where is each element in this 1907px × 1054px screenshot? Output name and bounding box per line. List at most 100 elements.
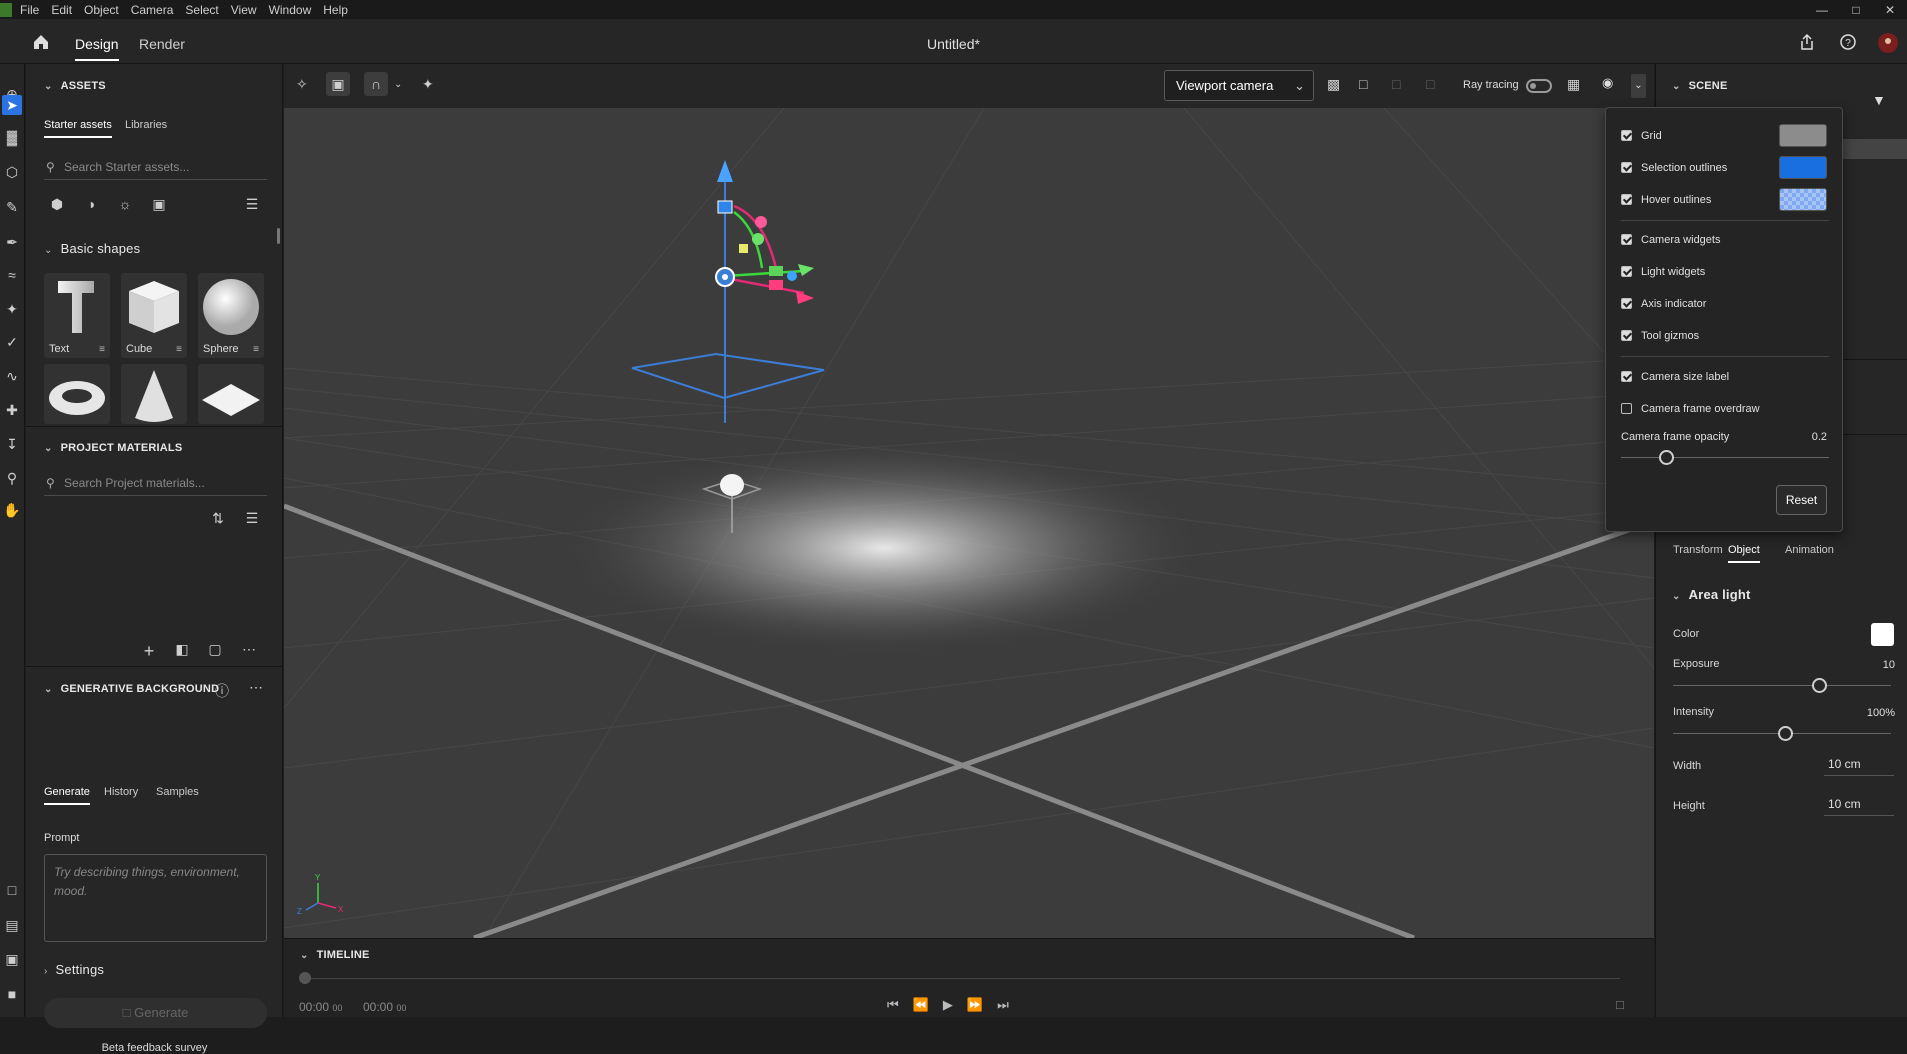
move-icon[interactable]: ✚ [2, 400, 22, 420]
minimize-icon[interactable]: — [1805, 3, 1839, 17]
assets-scrollbar[interactable] [277, 228, 280, 244]
option-grid[interactable]: Grid [1621, 129, 1662, 145]
more-tools-icon[interactable]: ■ [2, 984, 22, 1004]
tab-animation[interactable]: Animation [1785, 544, 1834, 556]
drop-to-ground-icon[interactable]: ↧ [2, 434, 22, 454]
project-materials-header[interactable]: ⌄ PROJECT MATERIALS [44, 442, 182, 454]
checkbox-checked-icon[interactable] [1621, 194, 1632, 205]
render-settings-icon[interactable]: ▦ [1567, 76, 1580, 93]
shape-tile-cone[interactable] [121, 364, 187, 424]
intensity-slider[interactable] [1673, 726, 1891, 741]
tab-libraries[interactable]: Libraries [125, 119, 167, 131]
checkbox-checked-icon[interactable] [1621, 234, 1632, 245]
sort-icon[interactable]: ⇅ [208, 510, 228, 527]
list-view-icon[interactable]: ☰ [242, 196, 262, 213]
more-options-icon[interactable]: ⋯ [246, 679, 266, 696]
timeline-playhead[interactable] [299, 972, 311, 984]
sliders-icon[interactable]: ≡ [176, 344, 182, 355]
checkbox-checked-icon[interactable] [1621, 330, 1632, 341]
slider-knob[interactable] [1778, 726, 1793, 741]
trash-icon[interactable]: ▢ [205, 641, 225, 658]
shape-tile-text[interactable]: Text ≡ [44, 273, 110, 358]
hand-icon[interactable]: ✋ [2, 500, 22, 520]
checkbox-checked-icon[interactable] [1621, 371, 1632, 382]
viewport-camera-select[interactable]: Viewport camera ⌄ [1164, 70, 1314, 101]
timeline-track[interactable] [304, 978, 1620, 979]
tab-history[interactable]: History [104, 786, 138, 798]
search-starter-assets-input[interactable]: ⚲ Search Starter assets... [44, 154, 267, 180]
export-animation-icon[interactable]: □ [1616, 997, 1624, 1012]
chart-icon[interactable]: ▓ [2, 127, 22, 147]
ray-tracing-toggle[interactable] [1526, 79, 1552, 93]
step-back-icon[interactable]: ⏪ [913, 997, 929, 1013]
reset-button[interactable]: Reset [1776, 485, 1827, 515]
toolbox-icon[interactable]: ▣ [2, 949, 22, 969]
lights-filter-icon[interactable]: ☼ [115, 196, 135, 212]
beta-feedback-link[interactable]: Beta feedback survey [26, 1042, 283, 1054]
camera-icon[interactable]: ▩ [1327, 76, 1340, 93]
option-hover-outlines[interactable]: Hover outlines [1621, 193, 1711, 209]
step-forward-icon[interactable]: ⏩ [967, 997, 983, 1013]
frame-select-icon[interactable]: ▣ [326, 72, 350, 96]
shape-tile-plane[interactable] [198, 364, 264, 424]
eye-icon[interactable]: ◉ [1602, 75, 1613, 91]
timeline-header[interactable]: ⌄ TIMELINE [300, 949, 370, 961]
checkbox-unchecked-icon[interactable] [1621, 403, 1632, 414]
add-material-icon[interactable]: + [139, 641, 159, 662]
slider-knob[interactable] [1659, 450, 1674, 465]
menu-object[interactable]: Object [84, 3, 119, 17]
select-tool-icon[interactable]: ➤ [2, 95, 22, 115]
option-light-widgets[interactable]: Light widgets [1621, 265, 1705, 281]
viewport-scene[interactable]: Y X Z [284, 108, 1654, 938]
grid-color-swatch[interactable] [1779, 124, 1827, 147]
avatar[interactable] [1878, 33, 1898, 53]
menu-edit[interactable]: Edit [51, 3, 72, 17]
orbit-tool-icon[interactable]: ✧ [296, 76, 308, 93]
menu-camera[interactable]: Camera [131, 3, 174, 17]
share-icon[interactable] [1798, 33, 1818, 53]
info-icon[interactable]: ⓘ [212, 681, 232, 701]
tab-transform[interactable]: Transform [1673, 544, 1723, 556]
more-options-icon[interactable]: ⋯ [239, 641, 259, 658]
export-icon[interactable]: □ [2, 880, 22, 900]
generative-background-header[interactable]: ⌄ GENERATIVE BACKGROUND [44, 683, 219, 695]
settings-header[interactable]: › Settings [44, 962, 104, 977]
curve-icon[interactable]: ∿ [2, 366, 22, 386]
cube-tool-icon[interactable]: ⬡ [2, 162, 22, 182]
sliders-icon[interactable]: ≡ [99, 344, 105, 355]
play-icon[interactable]: ▶ [943, 997, 953, 1013]
skip-end-icon[interactable]: ⏭ [997, 997, 1009, 1013]
option-camera-frame-overdraw[interactable]: Camera frame overdraw [1621, 402, 1760, 418]
pen-tool-icon[interactable]: ✒ [2, 232, 22, 252]
layers-icon[interactable]: ▤ [2, 915, 22, 935]
help-icon[interactable]: ? [1839, 33, 1859, 53]
hover-color-swatch[interactable] [1779, 188, 1827, 211]
scene-header[interactable]: ⌄ SCENE [1672, 80, 1728, 92]
shape-tile-cube[interactable]: Cube ≡ [121, 273, 187, 358]
checkbox-checked-icon[interactable] [1621, 298, 1632, 309]
maximize-icon[interactable]: □ [1839, 3, 1873, 17]
slider-knob[interactable] [1812, 678, 1827, 693]
generate-button[interactable]: □ Generate [44, 998, 267, 1028]
option-camera-size-label[interactable]: Camera size label [1621, 370, 1729, 386]
redo-camera-icon[interactable]: □ [1426, 76, 1434, 92]
height-field[interactable]: 10 cm [1824, 792, 1894, 816]
area-light-header[interactable]: ⌄ Area light [1672, 587, 1751, 602]
frame-camera-icon[interactable]: □ [1359, 76, 1367, 92]
images-filter-icon[interactable]: ▣ [149, 196, 169, 213]
undo-camera-icon[interactable]: □ [1392, 76, 1400, 92]
3d-viewport[interactable]: Y X Z [284, 108, 1654, 938]
selection-color-swatch[interactable] [1779, 156, 1827, 179]
option-axis-indicator[interactable]: Axis indicator [1621, 297, 1706, 313]
eyedropper-icon[interactable]: ✓ [2, 332, 22, 352]
menu-select[interactable]: Select [185, 3, 218, 17]
option-camera-widgets[interactable]: Camera widgets [1621, 233, 1720, 249]
magic-wand-icon[interactable]: ✦ [2, 299, 22, 319]
close-icon[interactable]: ✕ [1873, 3, 1907, 17]
menu-help[interactable]: Help [323, 3, 348, 17]
search-project-materials-input[interactable]: ⚲ Search Project materials... [44, 470, 267, 496]
exposure-slider[interactable] [1673, 678, 1891, 693]
tab-generate[interactable]: Generate [44, 786, 90, 805]
scene-item-selected[interactable] [1843, 139, 1907, 159]
width-field[interactable]: 10 cm [1824, 752, 1894, 776]
